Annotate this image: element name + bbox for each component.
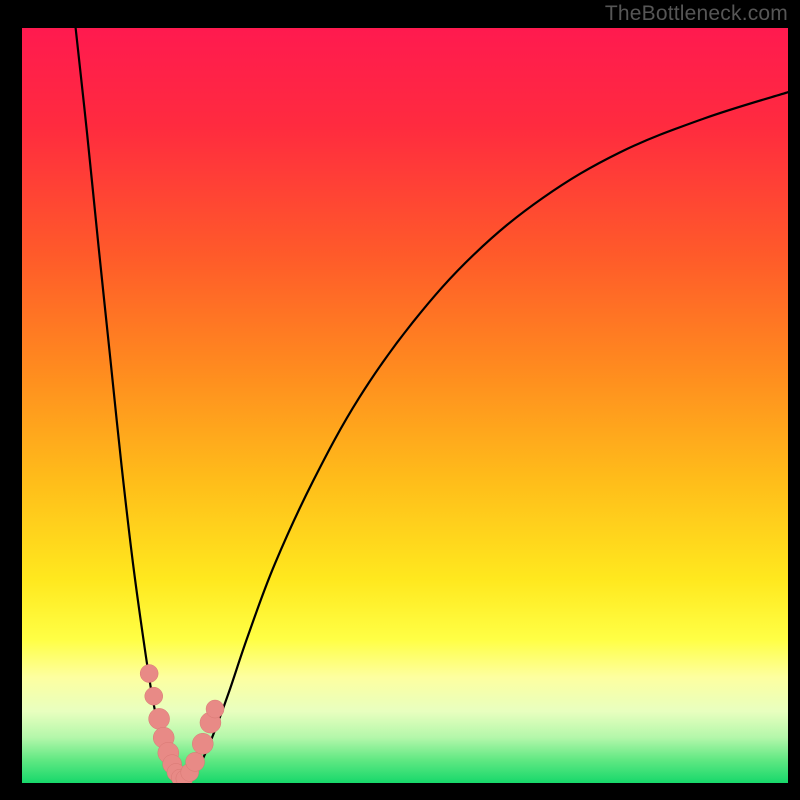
chart-plot-area bbox=[22, 28, 788, 783]
data-marker bbox=[192, 733, 213, 754]
watermark-text: TheBottleneck.com bbox=[605, 2, 788, 26]
gradient-background bbox=[22, 28, 788, 783]
data-marker bbox=[206, 700, 224, 718]
chart-frame: TheBottleneck.com bbox=[0, 0, 800, 800]
data-marker bbox=[140, 665, 158, 683]
data-marker bbox=[149, 708, 170, 729]
chart-svg bbox=[22, 28, 788, 783]
data-marker bbox=[145, 687, 163, 705]
data-marker bbox=[186, 752, 205, 771]
